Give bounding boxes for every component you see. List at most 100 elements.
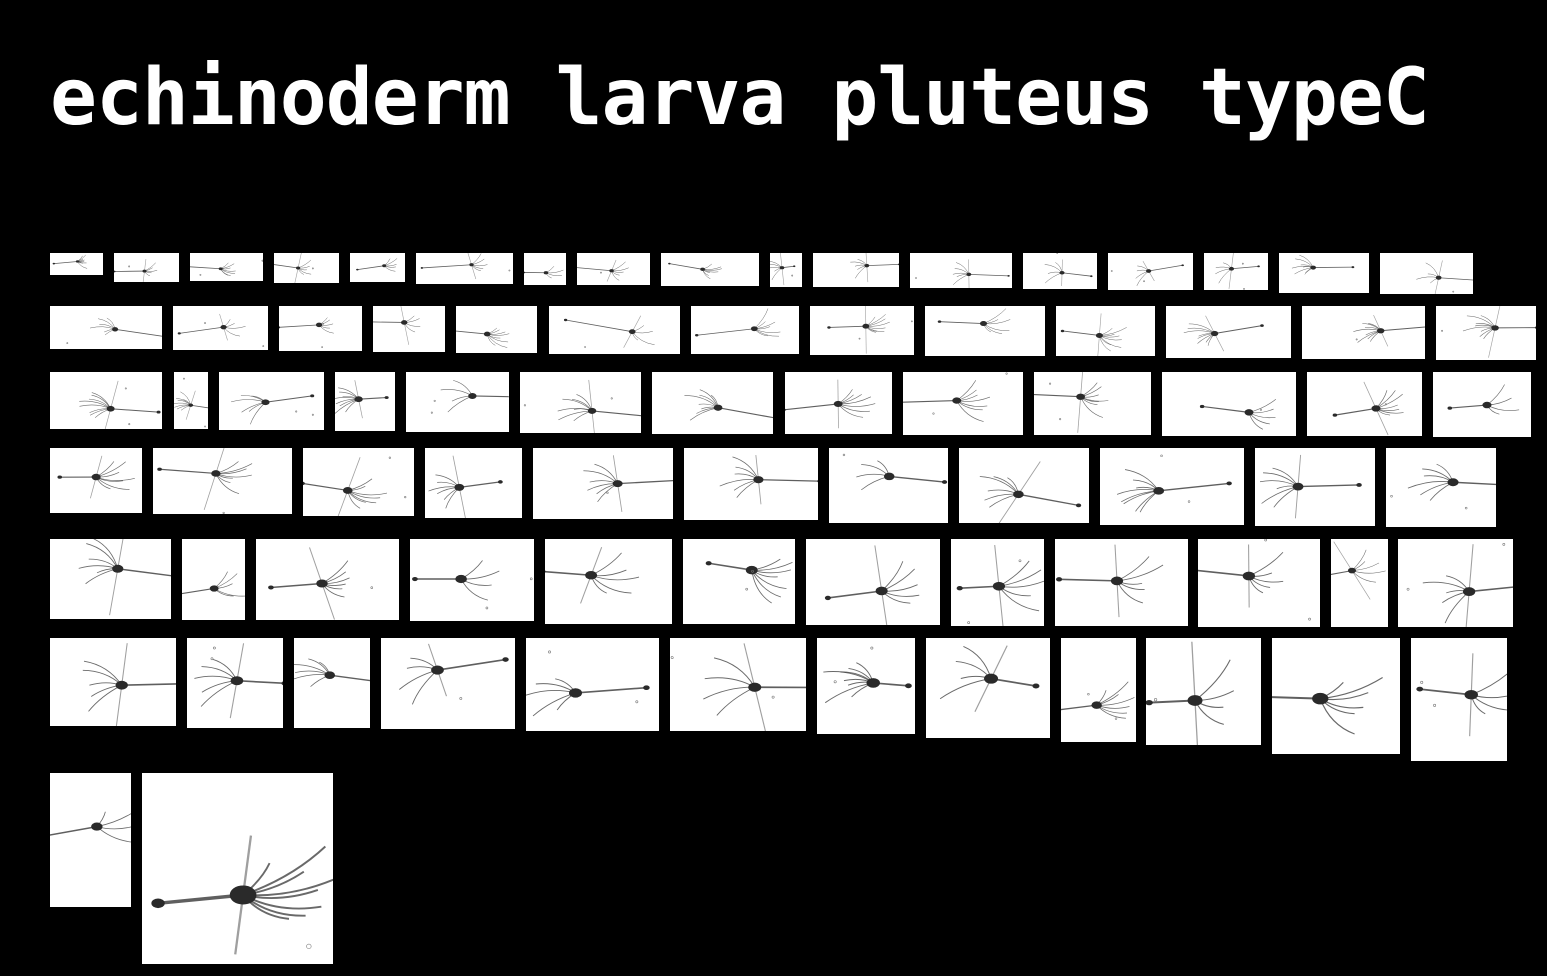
specimen-image xyxy=(335,380,389,419)
specimen-thumbnail xyxy=(770,253,802,287)
specimen-image xyxy=(274,253,314,283)
specimen-image xyxy=(456,327,510,348)
larva-specimen xyxy=(1215,253,1260,290)
specimen-image xyxy=(279,317,334,348)
specimen-image xyxy=(1331,541,1386,600)
specimen-image xyxy=(174,377,208,428)
larva-specimen xyxy=(412,560,533,610)
specimen-image xyxy=(979,461,1082,523)
larva-specimen xyxy=(1441,306,1536,358)
specimen-thumbnail xyxy=(670,638,806,731)
larva-specimen xyxy=(577,259,629,282)
specimen-image xyxy=(1116,454,1232,513)
specimen-image xyxy=(1416,653,1507,737)
specimen-image xyxy=(583,455,673,512)
larva-specimen xyxy=(668,262,723,279)
larva-specimen xyxy=(1198,539,1311,621)
larva-specimen xyxy=(1116,454,1232,513)
specimen-thumbnail xyxy=(951,539,1044,626)
specimen-thumbnail xyxy=(1146,638,1261,745)
larva-specimen xyxy=(50,811,131,843)
specimen-image xyxy=(231,394,315,425)
specimen-thumbnail xyxy=(785,372,892,434)
specimen-thumbnail xyxy=(219,372,324,430)
specimen-image xyxy=(545,546,640,604)
specimen-thumbnail xyxy=(416,253,513,284)
specimen-image xyxy=(268,547,374,620)
specimen-thumbnail xyxy=(142,773,333,964)
specimen-thumbnail xyxy=(182,539,245,620)
specimen-thumbnail xyxy=(279,306,362,351)
larva-specimen xyxy=(430,380,509,414)
specimen-image xyxy=(842,453,948,491)
specimen-thumbnail xyxy=(1302,306,1425,359)
specimen-thumbnail xyxy=(1056,306,1155,356)
specimen-thumbnail xyxy=(910,253,1012,288)
larva-specimen xyxy=(157,448,253,514)
specimen-image xyxy=(668,262,723,279)
specimen-thumbnail xyxy=(1411,638,1507,761)
larva-specimen xyxy=(268,547,374,620)
larva-specimen xyxy=(420,253,511,280)
larva-specimen xyxy=(274,253,314,283)
larva-specimen xyxy=(1056,544,1164,618)
specimen-image xyxy=(1044,253,1093,287)
larva-specimen xyxy=(1353,315,1425,347)
larva-specimen xyxy=(194,643,283,719)
specimen-image xyxy=(684,389,773,421)
larva-specimen xyxy=(1291,254,1355,275)
specimen-image xyxy=(1198,539,1311,621)
specimen-image xyxy=(1332,381,1404,436)
specimen-image xyxy=(177,313,265,348)
larva-specimen xyxy=(294,658,370,687)
specimen-thumbnail xyxy=(190,253,263,281)
specimen-image xyxy=(1406,543,1513,627)
larva-specimen xyxy=(1060,313,1127,356)
specimen-image xyxy=(695,308,781,337)
specimen-thumbnail xyxy=(545,539,672,624)
larva-specimen xyxy=(1406,543,1513,627)
specimen-thumbnail xyxy=(684,448,818,520)
specimen-thumbnail xyxy=(926,638,1050,738)
specimen-thumbnail xyxy=(1023,253,1097,289)
specimen-thumbnail xyxy=(1380,253,1473,294)
larva-specimen xyxy=(939,645,1040,713)
specimen-thumbnail xyxy=(1100,448,1244,525)
larva-specimen xyxy=(1272,676,1383,735)
larva-specimen xyxy=(956,544,1044,626)
specimen-thumbnail xyxy=(533,448,673,519)
specimen-image xyxy=(915,259,1010,288)
specimen-thumbnail xyxy=(50,306,162,349)
specimen-image xyxy=(523,379,641,433)
larva-specimen xyxy=(824,545,920,625)
specimen-thumbnail-gallery xyxy=(0,0,1547,976)
specimen-thumbnail xyxy=(1061,638,1136,742)
specimen-image xyxy=(785,379,876,429)
larva-specimen xyxy=(114,259,158,282)
specimen-thumbnail xyxy=(829,448,948,523)
specimen-thumbnail xyxy=(50,253,103,275)
larva-specimen xyxy=(373,306,421,345)
specimen-thumbnail xyxy=(187,638,283,728)
specimen-image xyxy=(78,539,171,616)
specimen-thumbnail xyxy=(410,539,534,621)
specimen-thumbnail xyxy=(1279,253,1369,293)
specimen-image xyxy=(57,455,135,499)
specimen-thumbnail xyxy=(524,253,566,285)
specimen-thumbnail xyxy=(335,372,395,431)
specimen-thumbnail xyxy=(813,253,899,287)
larva-specimen xyxy=(523,379,641,433)
specimen-thumbnail xyxy=(1198,539,1320,627)
specimen-image xyxy=(303,456,407,516)
larva-specimen xyxy=(526,650,650,717)
larva-specimen xyxy=(524,266,564,279)
specimen-image xyxy=(50,811,131,843)
specimen-image xyxy=(1447,384,1520,415)
specimen-image xyxy=(1291,254,1355,275)
specimen-thumbnail xyxy=(1398,539,1513,627)
larva-specimen xyxy=(1259,454,1362,519)
specimen-thumbnail xyxy=(691,306,799,354)
specimen-thumbnail xyxy=(1307,372,1422,436)
specimen-thumbnail xyxy=(114,253,179,282)
larva-specimen xyxy=(1390,463,1496,510)
